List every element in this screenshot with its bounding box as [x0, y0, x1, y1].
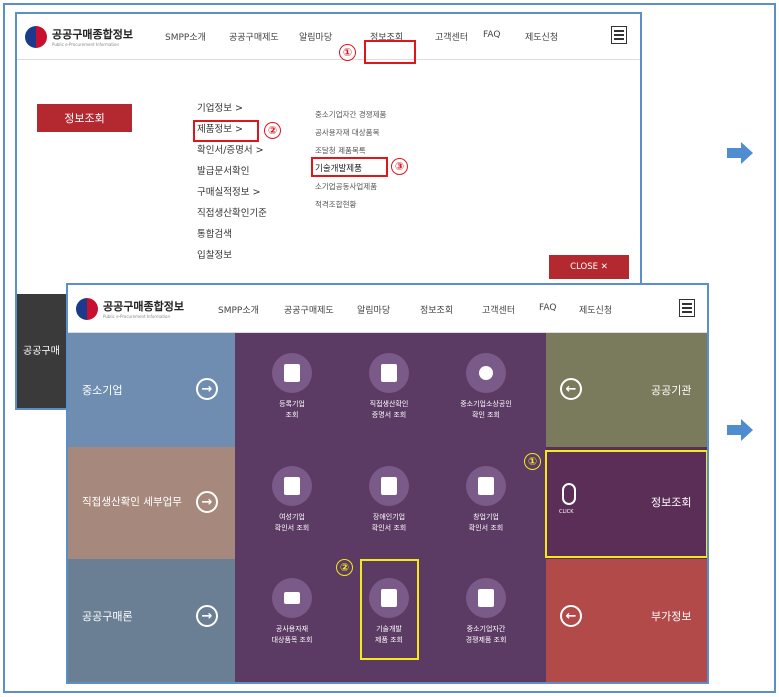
nav2-notice[interactable]: 알림마당	[357, 303, 390, 316]
site-logo-2[interactable]: 공공구매종합정보 Public e-Procurement Informatio…	[76, 297, 196, 320]
highlight-product-info	[193, 120, 259, 142]
caption-disabled-company: 장애인기업 확인서 조회	[371, 513, 407, 532]
caption-competitive-product: 중소기업자간 경쟁제품 조회	[465, 625, 507, 644]
nav-smpp[interactable]: SMPP소개	[165, 30, 206, 43]
icon-startup-company[interactable]: 창업기업 확인서 조회	[441, 466, 531, 534]
printer-icon	[466, 466, 506, 506]
caption-registered-company: 등록기업 조회	[279, 400, 305, 419]
site-subtitle-2: Public e-Procurement Information	[103, 314, 170, 319]
icon-construction-material[interactable]: 공사용자재 대상품목 조회	[247, 578, 337, 646]
step-1-marker: ①	[339, 44, 356, 61]
nav-notice[interactable]: 알림마당	[299, 30, 332, 43]
icon-sme-check[interactable]: 중소기업소상공인 확인 조회	[441, 353, 531, 421]
caption-women-company: 여성기업 확인서 조회	[274, 513, 310, 532]
left-panel-sme[interactable]: 중소기업 →	[68, 333, 235, 447]
caption-direct-production: 직접생산확인 증명서 조회	[369, 400, 409, 419]
logo-emblem-icon-2	[76, 297, 98, 320]
arrow-right-icon: →	[196, 491, 218, 513]
nav2-faq[interactable]: FAQ	[539, 303, 556, 313]
highlight-tech-dev	[311, 157, 388, 177]
user-check-icon	[466, 353, 506, 393]
site-title: 공공구매종합정보	[52, 28, 133, 41]
right-label-extra: 부가정보	[651, 610, 692, 623]
document-magnify-icon	[466, 578, 506, 618]
menu-item-company[interactable]: 기업정보 >	[197, 98, 267, 119]
close-button[interactable]: CLOSE ✕	[549, 255, 629, 279]
certificate-icon	[369, 353, 409, 393]
logo-emblem-icon	[25, 25, 47, 48]
submenu-item-construction[interactable]: 공사용자재 대상품목	[315, 124, 386, 142]
left-label-procurement: 공공구매론	[82, 610, 133, 623]
main-screenshot: 공공구매종합정보 Public e-Procurement Informatio…	[66, 283, 709, 684]
step-1-marker-yellow: ①	[524, 453, 541, 470]
submenu-item-competitive[interactable]: 중소기업자간 경쟁제품	[315, 106, 386, 124]
caption-construction-material: 공사용자재 대상품목 조회	[271, 625, 313, 644]
left-label-sme: 중소기업	[82, 384, 123, 397]
nav2-info[interactable]: 정보조회	[420, 303, 453, 316]
icon-women-company[interactable]: 여성기업 확인서 조회	[247, 466, 337, 534]
icon-competitive-product[interactable]: 중소기업자간 경쟁제품 조회	[441, 578, 531, 646]
step-2-marker-yellow: ②	[336, 559, 353, 576]
menu-item-purchase[interactable]: 구매실적정보 >	[197, 182, 267, 203]
header-2: 공공구매종합정보 Public e-Procurement Informatio…	[68, 285, 707, 333]
arrow-left-icon: ←	[560, 605, 582, 627]
arrow-left-icon: ←	[560, 378, 582, 400]
background-label: 공공구매	[23, 346, 60, 357]
highlight-tech-dev-item	[360, 559, 419, 660]
right-label-public: 공공기관	[651, 384, 692, 397]
caption-startup-company: 창업기업 확인서 조회	[468, 513, 504, 532]
hamburger-menu-icon-2[interactable]	[679, 299, 695, 317]
left-panel-direct[interactable]: 직접생산확인 세부업무 →	[68, 447, 235, 559]
arrow-right-icon: →	[196, 605, 218, 627]
icon-registered-company[interactable]: 등록기업 조회	[247, 353, 337, 421]
highlight-info-panel	[545, 450, 707, 558]
step-3-marker: ③	[391, 158, 408, 175]
left-label-direct: 직접생산확인 세부업무	[82, 496, 182, 508]
nav-system[interactable]: 공공구매제도	[229, 30, 279, 43]
nav2-system[interactable]: 공공구매제도	[284, 303, 334, 316]
wheelbarrow-icon	[272, 578, 312, 618]
menu-item-search[interactable]: 통합검색	[197, 224, 267, 245]
site-subtitle: Public e-Procurement Information	[52, 42, 119, 47]
nav-apply[interactable]: 제도신청	[525, 30, 558, 43]
left-panel-procurement[interactable]: 공공구매론 →	[68, 559, 235, 682]
menu-item-criteria[interactable]: 직접생산확인기준	[197, 203, 267, 224]
right-panel-extra[interactable]: ← 부가정보	[546, 559, 707, 682]
nav2-support[interactable]: 고객센터	[482, 303, 515, 316]
caption-sme-check: 중소기업소상공인 확인 조회	[460, 400, 512, 419]
site-title-2: 공공구매종합정보	[103, 300, 184, 313]
arrow-right-icon: →	[196, 378, 218, 400]
woman-search-icon	[272, 466, 312, 506]
nav2-apply[interactable]: 제도신청	[579, 303, 612, 316]
nav2-smpp[interactable]: SMPP소개	[218, 303, 259, 316]
icon-disabled-company[interactable]: 장애인기업 확인서 조회	[344, 466, 434, 534]
step-2-marker: ②	[264, 122, 281, 139]
menu-title: 정보조회	[37, 104, 132, 132]
right-panel-public[interactable]: ← 공공기관	[546, 333, 707, 447]
submenu-item-union[interactable]: 적격조합현황	[315, 196, 386, 214]
highlight-nav-info	[364, 40, 416, 64]
menu-item-certificate[interactable]: 확인서/증명서 >	[197, 140, 267, 161]
nav-faq[interactable]: FAQ	[483, 30, 500, 40]
header: 공공구매종합정보 Public e-Procurement Informatio…	[17, 14, 640, 60]
clipboard-icon	[369, 466, 409, 506]
site-logo[interactable]: 공공구매종합정보 Public e-Procurement Informatio…	[25, 25, 145, 48]
hamburger-menu-icon[interactable]	[611, 26, 627, 44]
document-search-icon	[272, 353, 312, 393]
nav-support[interactable]: 고객센터	[435, 30, 468, 43]
menu-item-doc-verify[interactable]: 발급문서확인	[197, 161, 267, 182]
submenu-item-joint[interactable]: 소기업공동사업제품	[315, 178, 386, 196]
menu-item-bid[interactable]: 입찰정보	[197, 245, 267, 266]
icon-direct-production[interactable]: 직접생산확인 증명서 조회	[344, 353, 434, 421]
